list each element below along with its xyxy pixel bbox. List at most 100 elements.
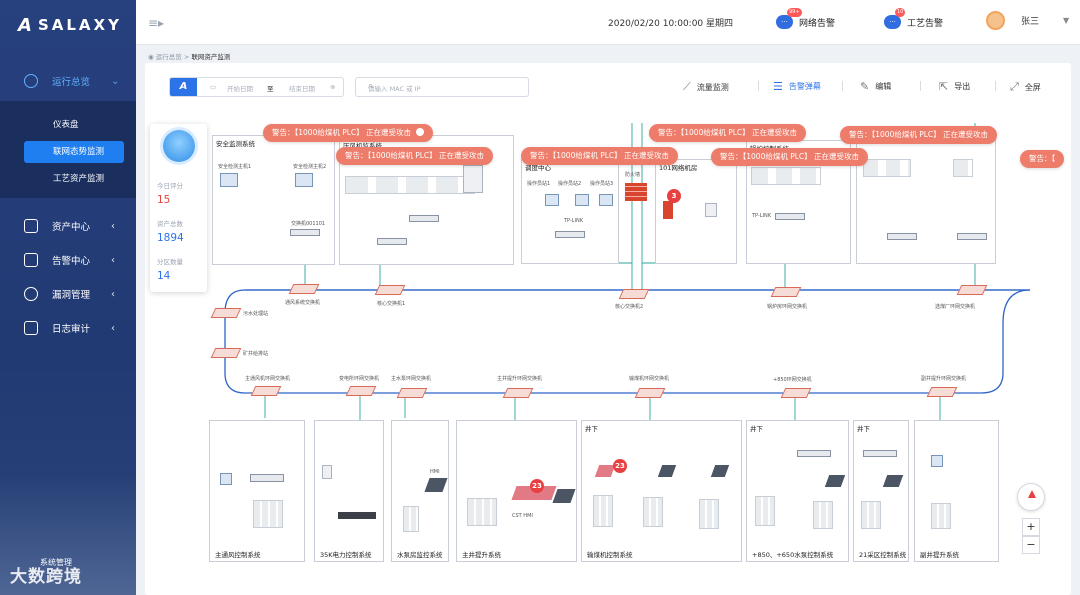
tool-edit[interactable]: ✎ 编辑 xyxy=(860,80,891,93)
server-icon xyxy=(322,465,332,479)
edit-icon: ✎ xyxy=(860,80,870,93)
warning-toast[interactable]: 警告：【1000给煤机 PLC】 正在遭受攻击 xyxy=(521,147,679,165)
breadcrumb-parent[interactable]: 运行总览 xyxy=(156,53,182,61)
warning-toast[interactable]: 警告：【1000给煤机 PLC】 正在遭受攻击 xyxy=(263,124,434,142)
submenu-network-monitor[interactable]: 联网态势监测 xyxy=(24,141,124,163)
sidebar-item-alarms[interactable]: 告警中心 ‹ xyxy=(0,245,136,275)
sidebar-item-label: 告警中心 xyxy=(52,256,91,267)
ring-switch-icon[interactable] xyxy=(502,388,534,398)
sidebar-item-overview[interactable]: 运行总览 ⌄ xyxy=(0,66,136,96)
hmi-label: CST HMI xyxy=(512,513,533,519)
ring-switch-icon[interactable] xyxy=(780,388,812,398)
date-start[interactable]: 开始日期 xyxy=(227,83,253,93)
tool-export[interactable]: ⇱ 导出 xyxy=(939,80,970,93)
ring-switch-label: 选煤厂环网交换机 xyxy=(935,304,976,310)
sidebar-item-vulnerability[interactable]: 漏洞管理 ‹ xyxy=(0,279,136,309)
ring-switch-icon[interactable] xyxy=(210,308,242,318)
clear-icon[interactable]: ⊗ xyxy=(330,83,335,91)
zone-main-ventilation[interactable]: 主通风控制系统 xyxy=(209,420,305,562)
zone-security-monitor[interactable]: 安全监测系统 安全检测主机1 安全检测主机2 交换机001101 xyxy=(212,135,335,265)
switch-icon xyxy=(797,450,831,457)
caret-down-icon: ▼ xyxy=(1063,16,1070,25)
zoom-in-button[interactable]: + xyxy=(1022,518,1040,536)
network-alert-button[interactable]: ··· 99+ 网络告警 xyxy=(776,8,835,32)
user-menu[interactable]: 张三 ▼ xyxy=(986,11,1069,30)
server-icon xyxy=(663,201,673,219)
tool-fullscreen[interactable]: ⤢ 全屏 xyxy=(1010,80,1041,94)
ring-switch-icon[interactable] xyxy=(926,387,958,397)
monitor-icon xyxy=(220,173,238,187)
breadcrumb-separator: > xyxy=(181,53,192,61)
search-icon[interactable]: ⌕ xyxy=(368,81,520,91)
ring-switch-icon[interactable] xyxy=(288,284,320,294)
zone-21-mining[interactable]: 井下 21采区控制系统 xyxy=(853,420,909,562)
date-range-picker[interactable]: A ▭ 开始日期 至 结束日期 ⊗ xyxy=(169,77,344,97)
logo-text: SALAXY xyxy=(37,16,122,34)
ring-switch-icon[interactable] xyxy=(374,285,406,295)
ring-switch-icon[interactable] xyxy=(956,285,988,295)
submenu-process-assets[interactable]: 工艺资产监测 xyxy=(24,168,124,190)
date-end[interactable]: 结束日期 xyxy=(289,83,315,93)
ring-switch-icon[interactable] xyxy=(250,386,282,396)
ring-switch-label: 主水泵环网交换机 xyxy=(391,376,432,382)
operator-label: 操作员站3 xyxy=(590,181,614,187)
switch-icon xyxy=(250,474,284,482)
zone-35k-power[interactable]: 35K电力控制系统 xyxy=(314,420,384,562)
ring-switch-icon[interactable] xyxy=(634,388,666,398)
chevron-left-icon: ‹ xyxy=(111,254,115,266)
clock-icon xyxy=(163,130,195,162)
warning-text: 警告：【1000给煤机 PLC】 正在遭受攻击 xyxy=(658,128,798,137)
tool-traffic-monitor[interactable]: ⟋ 流量监测 xyxy=(683,80,729,94)
ring-switch-icon[interactable] xyxy=(396,388,428,398)
app-root: { "app": {"logo_mark": "A", "logo_text":… xyxy=(0,0,1080,595)
plc-rack-icon xyxy=(699,499,719,529)
warning-text: 警告：【 xyxy=(1029,154,1056,163)
zoom-out-button[interactable]: − xyxy=(1022,536,1040,554)
ring-switch-icon[interactable] xyxy=(770,287,802,297)
tool-alarm-danmaku[interactable]: ☰ 告警弹幕 xyxy=(773,80,821,93)
list-icon: ☰ xyxy=(773,80,783,93)
ring-switch-icon[interactable] xyxy=(618,289,650,299)
zone-coal-conveyor[interactable]: 井下 输煤机控制系统 xyxy=(581,420,742,562)
plc-rack-icon xyxy=(403,506,419,532)
plc-rack-icon xyxy=(467,498,497,526)
close-icon[interactable] xyxy=(416,128,425,136)
switch-icon xyxy=(377,238,407,245)
zone-auxiliary-shaft[interactable]: 副井提升系统 xyxy=(914,420,999,562)
alert-badge: 10 xyxy=(895,8,906,17)
alert-count-pin[interactable]: 23 xyxy=(613,459,627,473)
topology-panel: 安全监测系统 安全检测主机1 安全检测主机2 交换机001101 压风机监系统 … xyxy=(145,63,1071,595)
alarm-icon xyxy=(24,253,38,267)
compass-icon[interactable] xyxy=(1017,483,1045,511)
divider xyxy=(758,81,759,91)
tool-label: 流量监测 xyxy=(696,82,729,92)
zone-dispatch-center[interactable]: 调度中心 操作员站1 操作员站2 操作员站3 TP-LINK xyxy=(521,159,619,264)
search-input[interactable]: 请输入 MAC 或 IP ⌕ xyxy=(355,77,529,97)
ring-switch-label: 核心交换机2 xyxy=(615,304,644,310)
ring-switch-label: 输煤机环网交换机 xyxy=(629,376,670,382)
monitor-icon xyxy=(295,173,313,187)
firewall-icon xyxy=(625,183,647,201)
process-alert-label: 工艺告警 xyxy=(907,18,944,29)
warning-toast[interactable]: 警告：【1000给煤机 PLC】 正在遭受攻击 xyxy=(336,147,494,165)
alert-count-pin[interactable]: 3 xyxy=(667,189,681,203)
menu-collapse-icon[interactable]: ≡▸ xyxy=(148,16,164,30)
sidebar-item-assets[interactable]: 资产中心 ‹ xyxy=(0,211,136,241)
submenu: 仪表盘 联网态势监测 工艺资产监测 xyxy=(0,101,136,198)
ring-switch-label: 污水处理站 xyxy=(243,311,269,317)
plc-rack-icon xyxy=(931,503,951,529)
sidebar-item-logs[interactable]: 日志审计 ‹ xyxy=(0,313,136,343)
plc-rack-icon xyxy=(863,159,911,177)
sidebar: A SALAXY 运行总览 ⌄ 仪表盘 联网态势监测 工艺资产监测 资产中心 ‹… xyxy=(0,0,136,595)
ring-switch-icon[interactable] xyxy=(210,348,242,358)
ring-switch-icon[interactable] xyxy=(345,386,377,396)
submenu-dashboard[interactable]: 仪表盘 xyxy=(24,114,124,136)
alert-count-pin[interactable]: 23 xyxy=(530,479,544,493)
warning-toast[interactable]: 警告：【 xyxy=(1020,150,1065,168)
warning-toast[interactable]: 警告：【1000给煤机 PLC】 正在遭受攻击 xyxy=(649,124,807,142)
warning-toast[interactable]: 警告：【1000给煤机 PLC】 正在遭受攻击 xyxy=(840,126,998,144)
zone-850-650-pump[interactable]: 井下 +850、+650水泵控制系统 xyxy=(746,420,849,562)
warning-toast[interactable]: 警告：【1000给煤机 PLC】 正在遭受攻击 xyxy=(711,148,869,166)
process-alert-button[interactable]: ··· 10 工艺告警 xyxy=(884,8,944,32)
sidebar-item-label: 漏洞管理 xyxy=(52,290,91,301)
